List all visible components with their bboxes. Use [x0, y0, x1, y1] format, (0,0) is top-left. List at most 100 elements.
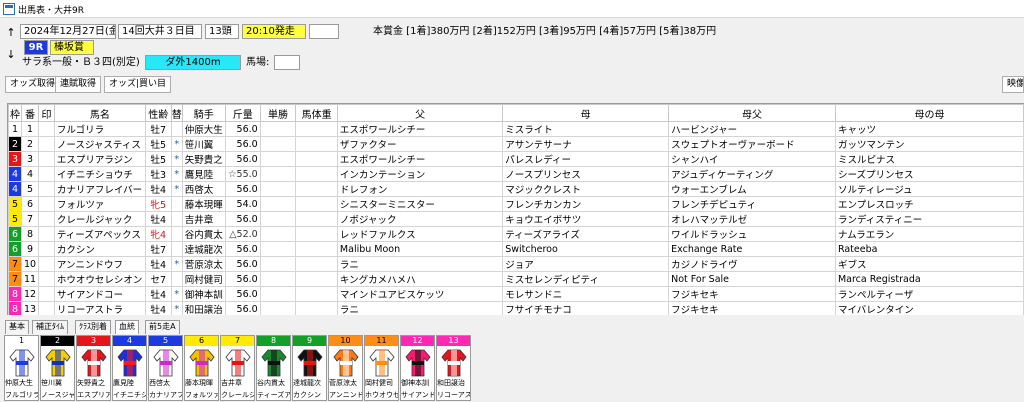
- col-sire[interactable]: 父: [336, 104, 504, 122]
- silk-card[interactable]: 3 矢野貴之 エスプリア: [76, 335, 111, 401]
- silk-card[interactable]: 12 御神本訓 サイアンド: [400, 335, 435, 401]
- table-cell-waku: 6: [8, 241, 22, 257]
- table-cell-horse: カクシン: [53, 241, 146, 257]
- silk-horse-name: エスプリア: [77, 391, 110, 399]
- table-cell-sire: ラニ: [336, 256, 504, 272]
- table-row[interactable]: 8 12 サイアンドコー 牡4 * 御神本訓 56.0 マインドユアビスケッツ モレサンドニ フジ…: [8, 286, 1024, 302]
- silk-card[interactable]: 6 藤本現暉 フォルツァ: [184, 335, 219, 401]
- table-cell-dam: パレスレディー: [502, 151, 670, 167]
- tab-basic[interactable]: 基本: [5, 320, 29, 334]
- silk-card[interactable]: 8 谷内貫太 ティーズア: [256, 335, 291, 401]
- fetch-odds-button[interactable]: オッズ取得: [5, 76, 61, 93]
- col-body-weight[interactable]: 馬体重: [295, 104, 338, 122]
- silk-card[interactable]: 11 岡村健司 ホウオウセ: [364, 335, 399, 401]
- course-distance: ダ外1400m: [145, 55, 241, 70]
- tab-pedigree[interactable]: 血統: [115, 320, 139, 334]
- table-cell-win-odds: [259, 256, 297, 272]
- table-row[interactable]: 7 11 ホウオウセレシオン セ7 岡村健司 56.0 キングカメハメハ ミスセレンディピティ…: [8, 271, 1024, 287]
- table-cell-horse: クレールジャック: [53, 211, 146, 227]
- table-cell-bms: シャンハイ: [668, 151, 836, 167]
- table-cell-weight: △52.0: [224, 226, 261, 242]
- silk-card[interactable]: 4 鷹見陸 イチニチシ: [112, 335, 147, 401]
- table-row[interactable]: 1 1 フルゴリラ 牡7 仲原大生 56.0 エスポワールシチー ミスライト ハービンジャー キャ…: [8, 121, 1024, 137]
- silk-jockey-name: 吉井章: [221, 379, 242, 387]
- table-cell-jockey: 岡村健司: [181, 271, 226, 287]
- table-cell-horse: アンニンドウフ: [53, 256, 146, 272]
- col-damdam[interactable]: 母の母: [834, 104, 1024, 122]
- table-cell-mark: [38, 286, 55, 302]
- table-cell-weight: 56.0: [224, 136, 261, 152]
- silk-card[interactable]: 9 達城龍次 カクシン: [292, 335, 327, 401]
- table-cell-body-weight: [295, 151, 338, 167]
- col-sexage[interactable]: 性齢: [144, 104, 172, 122]
- table-cell-damdam: ギブス: [834, 256, 1024, 272]
- next-race-arrow-icon[interactable]: ↓: [4, 44, 18, 66]
- table-cell-ban: 8: [20, 226, 40, 242]
- table-cell-change: *: [170, 256, 183, 272]
- fetch-renpuku-button[interactable]: 連賦取得: [55, 76, 102, 93]
- silk-card[interactable]: 1 仲原大生 フルゴリラ: [4, 335, 39, 401]
- table-row[interactable]: 6 8 ティーズアペックス 牝4 谷内貫太 △52.0 レッドファルクス ティーズアライズ ワイ…: [8, 226, 1024, 242]
- silk-card[interactable]: 2 笹川翼 ノースジャ: [40, 335, 75, 401]
- silk-horse-name: カクシン: [293, 391, 321, 399]
- tab-last5[interactable]: 前5走A: [145, 320, 180, 334]
- table-row[interactable]: 4 5 カナリアフレイバー 牡4 * 西啓太 56.0 ドレフォン マジッククレスト ウォーエンブ…: [8, 181, 1024, 197]
- col-change[interactable]: 替: [170, 104, 183, 122]
- table-cell-damdam: ランペルティーザ: [834, 286, 1024, 302]
- silk-card[interactable]: 7 吉井章 クレールジ: [220, 335, 255, 401]
- tab-class-results[interactable]: ｸﾗｽ別着: [75, 320, 111, 334]
- video-button[interactable]: 映像: [1002, 76, 1024, 93]
- table-row[interactable]: 6 9 カクシン 牡7 達城龍次 56.0 Malibu Moon Switcheroo Exc…: [8, 241, 1024, 257]
- silk-card[interactable]: 5 西啓太 カナリアフ: [148, 335, 183, 401]
- table-cell-waku: 8: [8, 301, 22, 315]
- table-cell-change: *: [170, 286, 183, 302]
- prev-race-arrow-icon[interactable]: ↑: [4, 22, 18, 44]
- col-waku[interactable]: 枠: [8, 104, 22, 122]
- table-cell-damdam: Rateeba: [834, 241, 1024, 257]
- col-mark[interactable]: 印: [38, 104, 55, 122]
- table-cell-damdam: Marca Registrada: [834, 271, 1024, 287]
- table-row[interactable]: 5 6 フォルツァ 牝5 藤本現暉 54.0 シニスターミニスター フレンチカンカン フレンチデ…: [8, 196, 1024, 212]
- silk-jockey-name: 和田譲治: [437, 379, 465, 387]
- silk-horse-name: フルゴリラ: [5, 391, 38, 399]
- table-row[interactable]: 4 4 イチニチショウチ 牡3 * 鷹見陸 ☆55.0 インカンテーション ノースプリンセス アジ…: [8, 166, 1024, 182]
- table-cell-waku: 8: [8, 286, 22, 302]
- col-win-odds[interactable]: 単勝: [259, 104, 297, 122]
- table-cell-win-odds: [259, 226, 297, 242]
- tab-corrected-time[interactable]: 補正ﾀｲﾑ: [32, 320, 68, 334]
- jockey-silk-icon: [189, 349, 215, 377]
- table-cell-dam: アサンテサーナ: [502, 136, 670, 152]
- table-cell-sire: ザファクター: [336, 136, 504, 152]
- table-row[interactable]: 8 13 リコーアストラ 牡4 * 和田譲治 56.0 ラニ フサイチモナコ フジキセキ マイバレン…: [8, 301, 1024, 315]
- table-cell-dam: ノースプリンセス: [502, 166, 670, 182]
- col-dam[interactable]: 母: [502, 104, 670, 122]
- col-bms[interactable]: 母父: [668, 104, 836, 122]
- table-cell-damdam: ランディスティニー: [834, 211, 1024, 227]
- col-ban[interactable]: 番: [20, 104, 40, 122]
- table-row[interactable]: 5 7 クレールジャック 牡4 吉井章 56.0 ノボジャック キョウエイボサツ オレハマッテル…: [8, 211, 1024, 227]
- silk-number: 11: [365, 336, 398, 346]
- table-row[interactable]: 3 3 エスプリアラジン 牡5 * 矢野貴之 56.0 エスポワールシチー パレスレディー シャン…: [8, 151, 1024, 167]
- table-cell-jockey: 谷内貫太: [181, 226, 226, 242]
- col-jockey[interactable]: 騎手: [181, 104, 226, 122]
- table-cell-ban: 1: [20, 121, 40, 137]
- table-row[interactable]: 7 10 アンニンドウフ 牡4 * 菅原涼太 56.0 ラニ ジョア カジノドライヴ ギブス: [8, 256, 1024, 272]
- silk-card[interactable]: 10 菅原涼太 アンニンド: [328, 335, 363, 401]
- silk-horse-name: フォルツァ: [185, 391, 218, 399]
- col-horse[interactable]: 馬名: [53, 104, 146, 122]
- silk-card[interactable]: 13 和田譲治 リコーアス: [436, 335, 471, 401]
- jockey-silk-icon: [261, 349, 287, 377]
- table-row[interactable]: 2 2 ノースジャスティス 牡5 * 笹川翼 56.0 ザファクター アサンテサーナ スウェプトオ…: [8, 136, 1024, 152]
- table-cell-body-weight: [295, 256, 338, 272]
- silk-number: 6: [185, 336, 218, 346]
- entry-table: 枠 番 印 馬名 性齢 替 騎手 斤量 単勝 馬体重 父 母 母父 母の母 11…: [7, 103, 1024, 315]
- table-cell-ban: 2: [20, 136, 40, 152]
- table-cell-win-odds: [259, 181, 297, 197]
- table-cell-horse: ティーズアペックス: [53, 226, 146, 242]
- col-weight[interactable]: 斤量: [224, 104, 261, 122]
- table-cell-waku: 2: [8, 136, 22, 152]
- title-bar: 出馬表・大井9R: [0, 0, 1024, 18]
- odds-bets-button[interactable]: オッズ|買い目: [104, 76, 172, 93]
- track-condition-field[interactable]: [274, 55, 300, 70]
- jockey-silk-icon: [441, 349, 467, 377]
